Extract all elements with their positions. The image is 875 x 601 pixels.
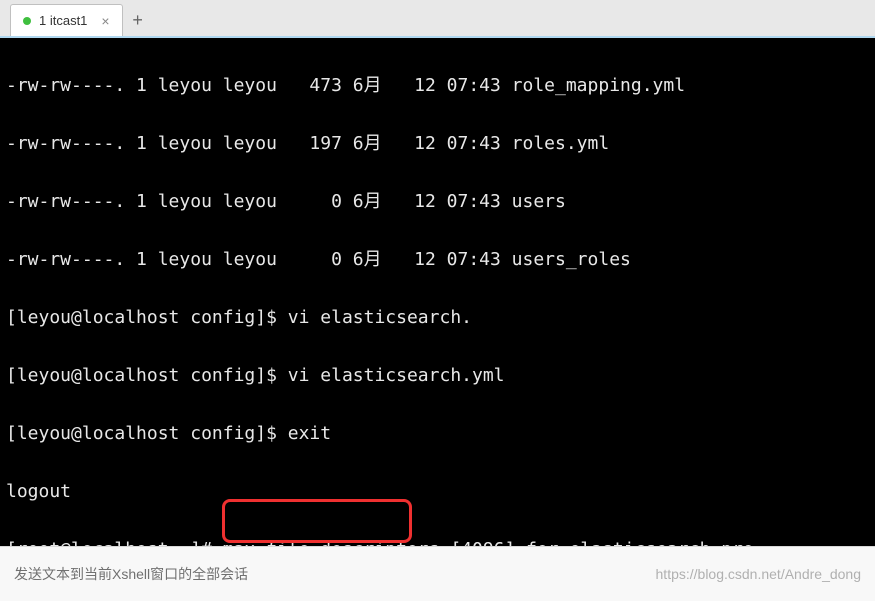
footer-bar: 发送文本到当前Xshell窗口的全部会话 https://blog.csdn.n… [0, 546, 875, 601]
terminal-line: -rw-rw----. 1 leyou leyou 197 6月 12 07:4… [6, 129, 869, 158]
terminal-line: -rw-rw----. 1 leyou leyou 0 6月 12 07:43 … [6, 187, 869, 216]
terminal-line: logout [6, 477, 869, 506]
watermark-text: https://blog.csdn.net/Andre_dong [656, 566, 861, 582]
footer-hint: 发送文本到当前Xshell窗口的全部会话 [14, 564, 248, 584]
terminal-output[interactable]: -rw-rw----. 1 leyou leyou 473 6月 12 07:4… [0, 38, 875, 546]
terminal-line: [root@localhost ~]# max file descriptors… [6, 535, 869, 546]
connection-status-dot [23, 17, 31, 25]
terminal-line: [leyou@localhost config]$ exit [6, 419, 869, 448]
terminal-line: -rw-rw----. 1 leyou leyou 473 6月 12 07:4… [6, 71, 869, 100]
terminal-line: -rw-rw----. 1 leyou leyou 0 6月 12 07:43 … [6, 245, 869, 274]
add-tab-button[interactable]: + [123, 4, 153, 36]
tab-label: 1 itcast1 [39, 13, 87, 28]
tab-bar: 1 itcast1 × + [0, 0, 875, 38]
tab-itcast1[interactable]: 1 itcast1 × [10, 4, 123, 36]
terminal-line: [leyou@localhost config]$ vi elasticsear… [6, 303, 869, 332]
terminal-line: [leyou@localhost config]$ vi elasticsear… [6, 361, 869, 390]
close-icon[interactable]: × [95, 13, 109, 29]
